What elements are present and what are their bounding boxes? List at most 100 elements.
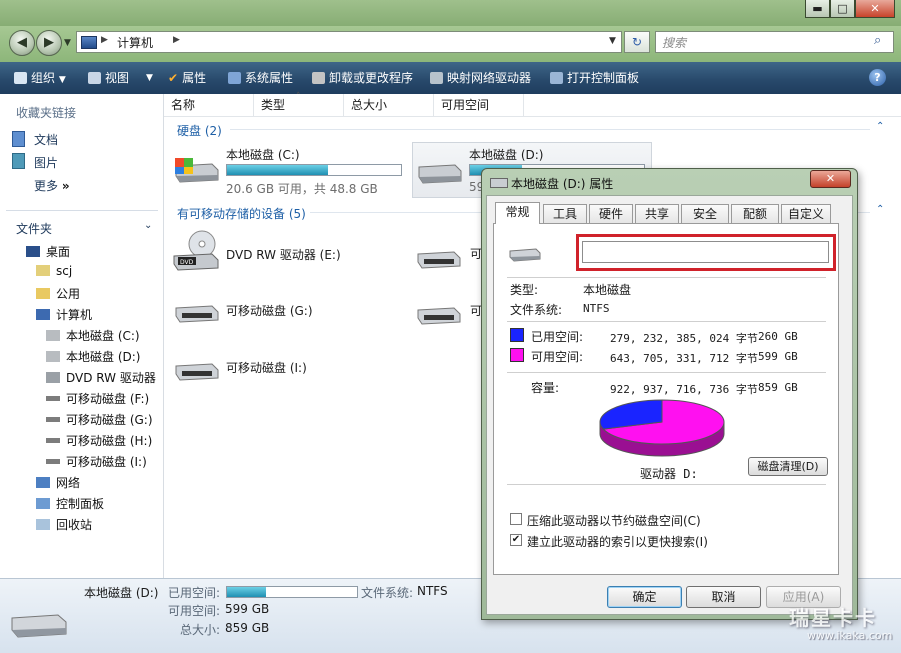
uninstall-label: 卸载或更改程序 <box>329 71 414 85</box>
group-hard-disks[interactable]: 硬盘 (2) <box>177 122 222 139</box>
tab-general[interactable]: 常规 <box>495 202 540 224</box>
column-name[interactable]: 名称 <box>164 94 254 116</box>
drive-c-used-fill <box>227 165 328 175</box>
properties-button[interactable]: ✔ 属性 <box>168 62 206 94</box>
removable-drive-icon <box>175 363 219 381</box>
sidebar-item-pictures[interactable]: 图片 <box>34 154 58 171</box>
free-gb: 599 GB <box>758 350 798 363</box>
tree-item-drive-i[interactable]: 可移动磁盘 (I:) <box>46 453 147 470</box>
compress-label[interactable]: 压缩此驱动器以节约磁盘空间(C) <box>527 512 701 529</box>
dvd-drive-item[interactable]: DVD DVD RW 驱动器 (E:) <box>170 228 406 278</box>
tree-item-drive-g[interactable]: 可移动磁盘 (G:) <box>46 411 153 428</box>
removable-drive-g-name: 可移动磁盘 (G:) <box>226 304 313 318</box>
back-button[interactable]: ◀ <box>9 30 35 56</box>
removable-drive-item[interactable]: 可 <box>412 240 492 280</box>
group-removable[interactable]: 有可移动存储的设备 (5) <box>177 205 306 222</box>
separator <box>507 277 826 278</box>
system-properties-button[interactable]: 系统属性 <box>228 62 293 94</box>
dvd-drive-icon: DVD <box>173 230 219 271</box>
svg-text:DVD: DVD <box>180 259 194 266</box>
tree-item-control-panel[interactable]: 控制面板 <box>36 495 104 512</box>
free-label: 可用空间: <box>531 350 584 364</box>
breadcrumb-computer[interactable]: 计算机 <box>117 34 153 51</box>
views-button[interactable]: 视图 <box>88 62 129 94</box>
drive-c-capacity-bar <box>226 164 402 176</box>
removable-drive-g-item[interactable]: 可移动磁盘 (G:) <box>170 292 406 332</box>
removable-drive-i-item[interactable]: 可移动磁盘 (I:) <box>170 350 406 390</box>
tab-tools[interactable]: 工具 <box>543 204 587 224</box>
tree-label: 网络 <box>56 476 81 490</box>
details-used-label: 已用空间: <box>168 586 221 600</box>
tree-item-drive-d[interactable]: 本地磁盘 (D:) <box>46 348 140 365</box>
system-properties-icon <box>228 72 241 84</box>
folder-icon <box>36 288 50 299</box>
chevron-down-icon[interactable]: ⌄ <box>144 220 152 231</box>
compress-checkbox[interactable] <box>510 513 522 525</box>
sidebar-item-documents[interactable]: 文档 <box>34 131 58 148</box>
details-fs-label: 文件系统: <box>361 586 414 600</box>
organize-button[interactable]: 组织 ▼ <box>14 62 66 94</box>
drive-c-name: 本地磁盘 (C:) <box>226 148 300 162</box>
control-panel-button[interactable]: 打开控制面板 <box>550 62 639 94</box>
removable-drive-item[interactable]: 可 <box>412 296 492 336</box>
tree-item-drive-c[interactable]: 本地磁盘 (C:) <box>46 327 140 344</box>
index-checkbox[interactable]: ✔ <box>510 534 522 546</box>
help-icon[interactable]: ? <box>869 69 886 86</box>
minimize-button[interactable]: ▬ <box>805 0 830 18</box>
map-drive-button[interactable]: 映射网络驱动器 <box>430 62 531 94</box>
details-fs-value: NTFS <box>417 584 448 598</box>
forward-button[interactable]: ▶ <box>36 30 62 56</box>
forward-arrow-icon: ▶ <box>44 35 54 50</box>
index-label[interactable]: 建立此驱动器的索引以更快搜索(I) <box>527 533 708 550</box>
column-free-space[interactable]: 可用空间 <box>434 94 524 116</box>
watermark-brand: 瑞星卡卡 <box>789 606 877 630</box>
tree-item-scj[interactable]: scj <box>36 264 72 278</box>
collapse-chevron-icon[interactable]: ⌃ <box>876 121 884 132</box>
tree-item-drive-f[interactable]: 可移动磁盘 (F:) <box>46 390 149 407</box>
address-dropdown-icon[interactable]: ▼ <box>609 36 616 46</box>
search-icon[interactable]: ⌕ <box>874 33 881 48</box>
tab-customize[interactable]: 自定义 <box>781 204 831 224</box>
tree-label: 控制面板 <box>56 497 105 511</box>
tree-item-computer[interactable]: 计算机 <box>36 306 92 323</box>
fs-value: NTFS <box>583 302 610 315</box>
organize-icon <box>14 72 27 84</box>
tab-sharing[interactable]: 共享 <box>635 204 679 224</box>
address-box[interactable]: ▶ 计算机 ▶ ▼ <box>76 31 622 53</box>
tree-item-drive-h[interactable]: 可移动磁盘 (H:) <box>46 432 152 449</box>
user-folder-icon <box>36 265 50 276</box>
search-input[interactable]: 搜索 ⌕ <box>655 31 894 53</box>
tree-item-public[interactable]: 公用 <box>36 285 80 302</box>
organize-label: 组织 <box>31 71 56 85</box>
separator <box>507 484 826 485</box>
used-gb: 260 GB <box>758 330 798 343</box>
tab-security[interactable]: 安全 <box>681 204 729 224</box>
tree-item-desktop[interactable]: 桌面 <box>26 243 70 260</box>
tree-label: 可移动磁盘 (H:) <box>66 434 153 448</box>
tree-item-dvd[interactable]: DVD RW 驱动器 <box>46 369 156 386</box>
drive-icon <box>490 178 508 188</box>
tree-item-recycle-bin[interactable]: 回收站 <box>36 516 92 533</box>
tree-label: DVD RW 驱动器 <box>66 371 156 385</box>
column-total-size[interactable]: 总大小 <box>344 94 434 116</box>
tab-hardware[interactable]: 硬件 <box>589 204 633 224</box>
disk-cleanup-button[interactable]: 磁盘清理(D) <box>748 457 828 476</box>
views-icon <box>88 72 101 84</box>
views-dropdown-icon[interactable]: ▼ <box>146 62 153 94</box>
recent-pages-dropdown-icon[interactable]: ▼ <box>64 38 71 48</box>
folders-title[interactable]: 文件夹 <box>16 220 52 237</box>
drive-c-item[interactable]: 本地磁盘 (C:) 20.6 GB 可用，共 48.8 GB <box>170 142 406 198</box>
sidebar-more-link[interactable]: 更多 » <box>34 177 70 194</box>
back-arrow-icon: ◀ <box>17 35 27 50</box>
tab-quota[interactable]: 配额 <box>731 204 779 224</box>
dialog-close-button[interactable]: ✕ <box>810 170 851 188</box>
volume-label-input[interactable] <box>582 241 829 263</box>
uninstall-button[interactable]: 卸载或更改程序 <box>312 62 413 94</box>
cancel-button[interactable]: 取消 <box>686 586 761 608</box>
collapse-chevron-icon[interactable]: ⌃ <box>876 204 884 215</box>
maximize-button[interactable]: □ <box>830 0 855 18</box>
tree-item-network[interactable]: 网络 <box>36 474 80 491</box>
ok-button[interactable]: 确定 <box>607 586 682 608</box>
close-button[interactable]: ✕ <box>855 0 895 18</box>
refresh-button[interactable]: ↻ <box>624 31 650 53</box>
